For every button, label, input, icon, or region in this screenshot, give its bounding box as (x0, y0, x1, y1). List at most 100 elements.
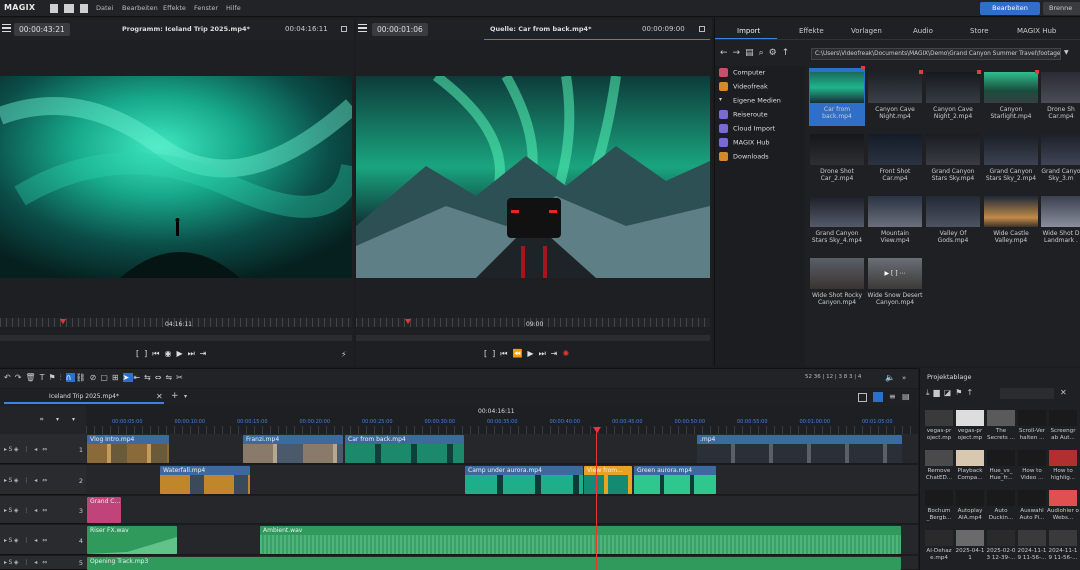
prev-marker-icon[interactable]: ⏮ (152, 349, 164, 358)
video-clip[interactable]: .mp4 (697, 435, 902, 463)
tab-effekte[interactable]: Effekte (799, 27, 824, 35)
gear-icon[interactable]: ⚙ (769, 48, 782, 58)
goto-end-icon[interactable]: ⇥ (200, 349, 212, 358)
export-icon[interactable]: ⚡ (341, 350, 347, 359)
ripple-icon[interactable]: ⇆ (144, 373, 155, 382)
folder-icon[interactable]: ▆ (934, 388, 944, 397)
track-tools-icon[interactable]: ▸S◈ ⋮ ◂ ⇔ (4, 477, 49, 484)
menu-icon[interactable] (358, 24, 367, 32)
maximize-icon[interactable] (699, 26, 705, 32)
project-item[interactable]: How to highlig... (1047, 450, 1079, 481)
project-item[interactable]: vegas-pr oject.mp (954, 410, 986, 441)
file-item[interactable]: Canyon Cave Night.mp4 (867, 70, 923, 120)
project-item[interactable]: Audiohier o Webs... (1047, 490, 1079, 521)
project-item[interactable]: The Secrets ... (985, 410, 1017, 441)
playhead-line[interactable] (596, 427, 597, 570)
save-icon[interactable] (80, 4, 88, 13)
flag-icon[interactable]: ⚑ (955, 388, 966, 397)
redo-icon[interactable]: ↷ (15, 373, 26, 382)
tab-audio[interactable]: Audio (913, 27, 933, 35)
menu-bearbeiten[interactable]: Bearbeiten (122, 4, 158, 12)
project-item[interactable]: Autoplay AIA.mp4 (954, 490, 986, 521)
project-item[interactable]: Scroll-Ver halten ... (1016, 410, 1048, 441)
maximize-icon[interactable] (341, 26, 347, 32)
tree-item-downloads[interactable]: Downloads (719, 152, 769, 166)
marker-icon[interactable]: ⚑ (48, 373, 59, 382)
cut-icon[interactable]: ✂ (176, 373, 187, 382)
video-clip[interactable]: Car from back.mp4 (345, 435, 464, 463)
menu-datei[interactable]: Datei (96, 4, 113, 12)
timeline-mode-icon[interactable] (873, 392, 883, 402)
video-clip[interactable]: Waterfall.mp4 (160, 466, 250, 494)
file-item[interactable]: Wide Shot Rocky Canyon.mp4 (809, 258, 865, 306)
magnet-icon[interactable]: ∩ (65, 373, 76, 382)
video-clip[interactable]: Franzi.mp4 (243, 435, 343, 463)
project-item[interactable]: Auswahl Auto Pi... (1016, 490, 1048, 521)
chevron-down-icon[interactable]: ▾ (184, 393, 187, 400)
file-item[interactable]: Grand Canyon Stars Sky_2.mp4 (983, 134, 1039, 182)
record-icon[interactable]: ✺ (562, 349, 574, 358)
chevron-down-icon[interactable]: ▾ (56, 416, 59, 423)
source-timecode[interactable]: 00:00:01:06 (372, 23, 428, 36)
delete-icon[interactable]: 🗑 (25, 373, 39, 382)
track-header-3[interactable]: ▸S◈ ⋮ ◂ ⇔ 3 (0, 496, 86, 524)
project-item[interactable]: Bochum _Bergb... (923, 490, 955, 521)
tree-item-reiseroute[interactable]: Reiseroute (719, 110, 768, 124)
mode-edit-button[interactable]: Bearbeiten (980, 2, 1040, 15)
fit-icon[interactable]: ⊞ (112, 373, 123, 382)
forward-icon[interactable]: → (733, 48, 746, 58)
loop-icon[interactable]: ◉ (164, 349, 176, 358)
view-icon[interactable]: ▤ (745, 48, 759, 58)
file-item[interactable]: Grand Canyo Sky_3.m (1041, 134, 1080, 182)
project-item[interactable]: Screengr ab Aut... (1047, 410, 1079, 441)
trim-icon[interactable]: ⇤ (133, 373, 144, 382)
project-item[interactable]: vegas-pr oject.mp (923, 410, 955, 441)
close-icon[interactable]: ✕ (1060, 388, 1067, 397)
overflow-icon[interactable]: » (902, 374, 906, 382)
project-item[interactable]: Remove ChatED... (923, 450, 955, 481)
group-icon[interactable]: ▢ (100, 373, 112, 382)
audio-clip[interactable]: Riser FX.wav (87, 526, 177, 554)
search-icon[interactable]: ⌕ (759, 48, 769, 58)
project-item[interactable]: Auto Duckin... (985, 490, 1017, 521)
list-icon[interactable]: ≡ (889, 392, 896, 401)
volume-icon[interactable]: 🔈 (885, 373, 895, 382)
file-item[interactable]: ▶ [ ] ⋯ Wide Snow Desert Canyon.mp4 (867, 258, 923, 306)
menu-effekte[interactable]: Effekte (163, 4, 186, 12)
tree-item-computer[interactable]: Computer (719, 68, 765, 82)
prev-marker-icon[interactable]: ⏮ (500, 349, 512, 358)
unlink-icon[interactable]: ⊘ (90, 373, 101, 382)
add-tab-icon[interactable]: + (171, 391, 179, 401)
video-clip-selected[interactable]: View from... (584, 466, 632, 494)
next-marker-icon[interactable]: ⏭ (188, 349, 200, 358)
project-item[interactable]: AI-Dehaz e.mp4 (923, 530, 955, 561)
next-frame-icon[interactable]: ⏭ (539, 349, 551, 358)
playhead-marker-icon[interactable] (593, 427, 601, 433)
pointer-icon[interactable]: ➤ (122, 373, 134, 382)
tab-vorlagen[interactable]: Vorlagen (851, 27, 882, 35)
slip-icon[interactable]: ⇔ (155, 373, 166, 382)
close-icon[interactable]: ✕ (156, 392, 163, 401)
overview-icon[interactable]: ▤ (902, 392, 910, 401)
program-scrubbar[interactable] (0, 335, 352, 341)
track-tools-icon[interactable]: ▸S◈ ⋮ ◂ ⇔ (4, 446, 49, 453)
back-icon[interactable]: ← (720, 48, 733, 58)
project-item[interactable]: Playback Compa... (954, 450, 986, 481)
file-item[interactable]: Front Shot Car.mp4 (867, 134, 923, 182)
mark-in-icon[interactable]: [ (136, 349, 144, 358)
file-item[interactable]: Wide Shot D Landmark . (1041, 196, 1080, 244)
track-header-5[interactable]: ▸S◈ ⋮ ◂ ⇔ 5 (0, 556, 86, 570)
project-item[interactable]: 2025-02-0 3 12-39-... (985, 530, 1017, 561)
file-item[interactable]: Mountain View.mp4 (867, 196, 923, 244)
file-item[interactable]: Grand Canyon Stars Sky.mp4 (925, 134, 981, 182)
storyboard-icon[interactable] (858, 393, 867, 402)
menu-icon[interactable] (2, 24, 11, 32)
up-icon[interactable]: ↑ (966, 388, 977, 397)
open-folder-icon[interactable] (64, 4, 74, 13)
tab-magix-hub[interactable]: MAGIX Hub (1017, 27, 1056, 35)
audio-clip[interactable]: Opening Track.mp3 (87, 557, 901, 570)
roll-icon[interactable]: ⇋ (165, 373, 176, 382)
tree-item-eigene-medien[interactable]: ▾ Eigene Medien (719, 96, 781, 110)
chevron-down-icon[interactable]: ▾ (72, 416, 75, 423)
title-clip[interactable]: Grand C... (87, 497, 121, 523)
